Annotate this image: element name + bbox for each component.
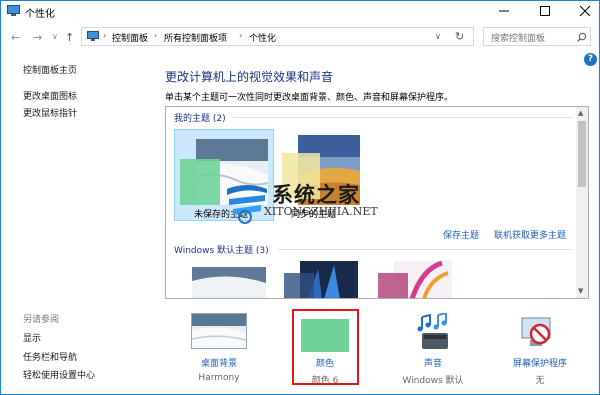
- address-dropdown-icon[interactable]: ∨: [435, 32, 441, 41]
- scrollbar-thumb[interactable]: [578, 121, 586, 187]
- group-divider: [232, 117, 572, 118]
- help-icon[interactable]: ?: [584, 53, 597, 66]
- breadcrumb-separator-icon: ›: [239, 31, 243, 40]
- screensaver-value: 无: [535, 376, 545, 386]
- personalization-app-icon: [7, 5, 20, 16]
- my-themes-group-label: 我的主题 (2): [174, 114, 226, 124]
- search-box[interactable]: 搜索控制面板: [483, 27, 591, 46]
- control-panel-icon: [87, 31, 99, 41]
- see-also-heading: 另请参阅: [23, 315, 60, 325]
- page-heading: 更改计算机上的视觉效果和声音: [165, 70, 334, 84]
- minimize-icon[interactable]: [488, 1, 520, 21]
- forward-arrow-icon[interactable]: →: [33, 31, 42, 44]
- screensaver-icon[interactable]: [518, 314, 554, 350]
- get-more-themes-link[interactable]: 联机获取更多主题: [494, 228, 566, 241]
- breadcrumb-separator-icon: ›: [154, 31, 158, 40]
- see-also-ease-of-access[interactable]: 轻松使用设置中心: [23, 368, 95, 381]
- windows-theme-3-thumbnail[interactable]: [372, 259, 456, 299]
- maximize-icon[interactable]: [529, 1, 561, 21]
- breadcrumb-personalization[interactable]: 个性化: [249, 31, 276, 44]
- watermark-url: XITONGZHIJIA.NET: [264, 205, 378, 218]
- save-theme-link[interactable]: 保存主题: [443, 228, 479, 241]
- sidebar-change-desktop-icons[interactable]: 更改桌面图标: [23, 89, 77, 102]
- windows-themes-group-label: Windows 默认主题 (3): [174, 246, 269, 256]
- watermark-logo-icon: [227, 185, 267, 224]
- back-arrow-icon[interactable]: ←: [11, 31, 20, 44]
- see-also-display[interactable]: 显示: [23, 331, 41, 344]
- group-divider: [278, 249, 572, 250]
- theme-list-scrollbar[interactable]: ▲ ▼: [576, 107, 588, 298]
- search-input[interactable]: 搜索控制面板: [491, 31, 545, 44]
- windows-theme-2-thumbnail[interactable]: [278, 259, 362, 299]
- recent-dropdown-icon[interactable]: ∨: [52, 32, 58, 41]
- search-icon[interactable]: [577, 32, 587, 42]
- address-bar[interactable]: › 控制面板 › 所有控制面板项 › 个性化 ∨ ↻: [81, 27, 474, 46]
- breadcrumb-separator-icon: ›: [103, 31, 107, 40]
- scroll-down-icon[interactable]: ▼: [578, 287, 583, 295]
- desktop-background-value: Harmony: [198, 373, 240, 383]
- windows-theme-1-thumbnail[interactable]: [178, 263, 270, 299]
- desktop-background-icon[interactable]: [191, 313, 247, 349]
- breadcrumb-all-items[interactable]: 所有控制面板项: [164, 31, 227, 44]
- sound-notes-icon[interactable]: [414, 313, 454, 351]
- window-title: 个性化: [25, 9, 55, 20]
- sound-value: Windows 默认: [402, 376, 464, 386]
- window: 个性化 ← → ∨ ↑ › 控制面板 › 所有控制面板项 › 个性化 ∨ ↻ 搜…: [0, 0, 600, 395]
- up-arrow-icon[interactable]: ↑: [65, 31, 74, 44]
- desktop-background-label[interactable]: 桌面背景: [174, 356, 264, 369]
- sidebar-control-panel-home[interactable]: 控制面板主页: [23, 63, 77, 76]
- close-icon[interactable]: [569, 1, 600, 21]
- screensaver-label[interactable]: 屏幕保护程序: [495, 356, 585, 369]
- sidebar-change-mouse-pointer[interactable]: 更改鼠标指针: [23, 106, 77, 119]
- page-description: 单击某个主题可一次性同时更改桌面背景、颜色、声音和屏幕保护程序。: [165, 93, 454, 103]
- refresh-icon[interactable]: ↻: [455, 30, 464, 43]
- color-highlight-box: [292, 309, 359, 385]
- sound-label[interactable]: 声音: [388, 356, 478, 369]
- see-also-taskbar[interactable]: 任务栏和导航: [23, 350, 77, 363]
- watermark: 系统之家 XITONGZHIJIA.NET: [221, 179, 421, 225]
- scroll-up-icon[interactable]: ▲: [578, 109, 583, 117]
- breadcrumb-control-panel[interactable]: 控制面板: [112, 31, 148, 44]
- title-bar: 个性化: [1, 1, 599, 21]
